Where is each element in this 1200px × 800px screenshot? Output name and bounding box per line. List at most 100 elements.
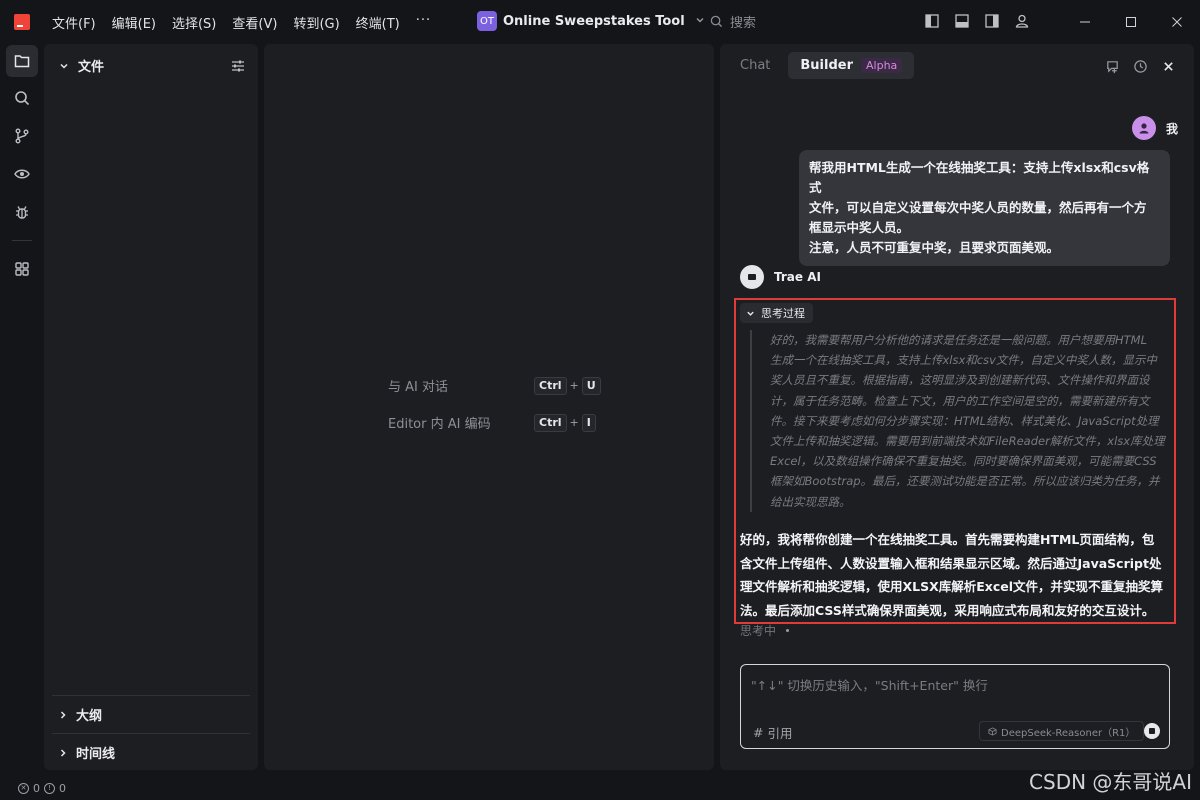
- message-line: 文件，可以自定义设置每次中奖人员的数量，然后再有一个方: [809, 200, 1147, 215]
- explorer-header[interactable]: 文件: [56, 56, 246, 75]
- model-name: DeepSeek-Reasoner（R1）: [1001, 727, 1136, 739]
- warning-icon[interactable]: !: [44, 782, 55, 794]
- shortcut-label: 与 AI 对话: [388, 380, 448, 395]
- close-window-icon[interactable]: [1154, 0, 1200, 44]
- tab-builder-label: Builder: [800, 58, 853, 73]
- answer-line: 含文件上传组件、人数设置输入框和结果显示区域。然后通过JavaScript处: [740, 555, 1162, 571]
- thinking-line: 好的，我需要帮用户分析他的请求是任务还是一般问题。用户想要用HTML: [770, 333, 1147, 347]
- extensions-icon[interactable]: [6, 253, 38, 285]
- thinking-label: 思考过程: [761, 307, 805, 320]
- chevron-down-icon: [747, 311, 754, 316]
- explorer-icon[interactable]: [6, 45, 38, 77]
- menu-terminal[interactable]: 终端(T): [356, 13, 400, 32]
- user-name: 我: [1165, 121, 1178, 136]
- ai-name: Trae AI: [774, 270, 821, 284]
- activity-bar: [0, 44, 44, 776]
- chat-header-actions: [1104, 58, 1176, 74]
- thinking-line: 计，属于任务范畴。检查上下文，用户的工作空间是空的，需要新建所有文: [770, 393, 1150, 408]
- chevron-right-icon: [60, 710, 66, 719]
- menu-select[interactable]: 选择(S): [172, 13, 216, 32]
- loading-dot-icon: [786, 629, 790, 632]
- thinking-line: 件。接下来要考虑如何分步骤实现：HTML结构、样式美化、JavaScript处理: [770, 413, 1159, 428]
- global-search[interactable]: 搜索: [708, 12, 756, 31]
- menu-edit[interactable]: 编辑(E): [112, 13, 156, 32]
- ai-message-header: Trae AI: [740, 265, 821, 289]
- window-controls: [1062, 0, 1200, 44]
- user-avatar: [1131, 116, 1156, 140]
- chevron-down-icon: [695, 15, 705, 28]
- model-selector[interactable]: DeepSeek-Reasoner（R1）: [979, 721, 1145, 741]
- stop-generation-icon[interactable]: [1144, 723, 1160, 739]
- history-icon[interactable]: [1132, 58, 1148, 74]
- thinking-content: 好的，我需要帮用户分析他的请求是任务还是一般问题。用户想要用HTML 生成一个在…: [750, 330, 1170, 512]
- title-bar: 文件(F) 编辑(E) 选择(S) 查看(V) 转到(G) 终端(T) ··· …: [0, 0, 1200, 44]
- search-panel-icon[interactable]: [6, 82, 38, 114]
- new-chat-icon[interactable]: [1104, 58, 1120, 74]
- minimize-icon[interactable]: [1062, 0, 1108, 44]
- answer-line: 理文件解析和抽奖逻辑，使用XLSX库解析Excel文件，并实现不重复抽奖算: [740, 579, 1164, 594]
- shortcut-label: Editor 内 AI 编码: [388, 417, 491, 432]
- layout-toggles: [924, 13, 1030, 29]
- chevron-down-icon: [56, 58, 72, 74]
- menu-file[interactable]: 文件(F): [52, 13, 96, 32]
- thinking-status-label: 思考中: [740, 624, 777, 638]
- menu-view[interactable]: 查看(V): [232, 13, 277, 32]
- key-cap: Ctrl: [534, 413, 567, 432]
- chat-input-placeholder[interactable]: "↑↓" 切换历史输入，"Shift+Enter" 换行: [751, 675, 988, 694]
- bug-icon[interactable]: [6, 196, 38, 228]
- editor-area: 与 AI 对话 Ctrl + U Editor 内 AI 编码 Ctrl + I: [264, 44, 714, 770]
- ai-answer: 好的，我将帮你创建一个在线抽奖工具。首先需要构建HTML页面结构，包 含文件上传…: [740, 528, 1174, 622]
- menu-goto[interactable]: 转到(G): [293, 13, 339, 32]
- cube-icon: [988, 726, 997, 736]
- outline-section[interactable]: 大纲: [52, 695, 250, 733]
- tab-builder[interactable]: Builder Alpha: [788, 52, 915, 79]
- timeline-section[interactable]: 时间线: [52, 733, 250, 771]
- thinking-toggle[interactable]: 思考过程: [740, 303, 813, 323]
- warning-count[interactable]: 0: [59, 782, 66, 795]
- tab-chat[interactable]: Chat: [732, 52, 778, 79]
- shortcut-ai-chat: 与 AI 对话 Ctrl + U: [388, 376, 601, 395]
- cite-button[interactable]: # 引用: [753, 723, 793, 742]
- project-name: Online Sweepstakes Tool: [503, 13, 685, 29]
- toggle-bottom-panel-icon[interactable]: [954, 13, 970, 29]
- menu-more-button[interactable]: ···: [416, 13, 431, 32]
- filter-settings-icon[interactable]: [230, 58, 246, 74]
- ai-avatar: [740, 265, 764, 289]
- account-icon[interactable]: [1014, 13, 1030, 29]
- search-placeholder: 搜索: [730, 16, 757, 31]
- thinking-line: 给出实现思路。: [770, 494, 851, 509]
- thinking-line: 生成一个在线抽奖工具，支持上传xlsx和csv文件，自定义中奖人数，显示中: [770, 353, 1157, 368]
- key-plus: +: [569, 379, 579, 392]
- search-icon: [708, 14, 724, 30]
- project-switcher[interactable]: OT Online Sweepstakes Tool: [477, 11, 705, 31]
- explorer-title: 文件: [78, 60, 105, 75]
- toggle-left-panel-icon[interactable]: [924, 13, 940, 29]
- source-control-icon[interactable]: [6, 120, 38, 152]
- app-logo-icon: [14, 14, 30, 30]
- ai-chat-panel: Chat Builder Alpha 我 帮我用HTML生成一个在线抽奖工具：支…: [720, 44, 1194, 770]
- thinking-line: 奖人员且不重复。根据指南，这明显涉及到创建新代码、文件操作和界面设: [770, 373, 1150, 388]
- user-message-bubble: 帮我用HTML生成一个在线抽奖工具：支持上传xlsx和csv格式 文件，可以自定…: [799, 150, 1170, 266]
- explorer-panel: 文件 大纲 时间线: [44, 44, 258, 770]
- close-icon[interactable]: [1160, 58, 1176, 74]
- message-line: 帮我用HTML生成一个在线抽奖工具：支持上传xlsx和csv格式: [809, 160, 1150, 195]
- answer-line: 好的，我将帮你创建一个在线抽奖工具。首先需要构建HTML页面结构，包: [740, 532, 1155, 547]
- watermark: CSDN @东哥说AI: [1029, 770, 1192, 794]
- thinking-line: 框架如Bootstrap。最后，还要测试功能是否正常。所以应该归类为任务，并: [770, 474, 1160, 489]
- chat-input-box[interactable]: "↑↓" 切换历史输入，"Shift+Enter" 换行 # 引用 DeepSe…: [740, 664, 1170, 749]
- maximize-icon[interactable]: [1108, 0, 1154, 44]
- hash-icon: #: [753, 725, 764, 740]
- run-debug-icon[interactable]: [6, 158, 38, 190]
- shortcut-keys: Ctrl + I: [534, 413, 596, 432]
- project-badge: OT: [477, 11, 497, 31]
- chat-tabs: Chat Builder Alpha: [732, 52, 915, 79]
- error-icon[interactable]: ✕: [18, 782, 29, 794]
- toggle-right-panel-icon[interactable]: [984, 13, 1000, 29]
- thinking-status: 思考中: [740, 622, 790, 639]
- status-bar: ✕ 0 ! 0: [0, 776, 1200, 800]
- shortcut-ai-inline: Editor 内 AI 编码 Ctrl + I: [388, 413, 596, 432]
- answer-line: 法。最后添加CSS样式确保界面美观，采用响应式布局和友好的交互设计。: [740, 602, 1155, 618]
- key-plus: +: [569, 416, 579, 429]
- error-count[interactable]: 0: [33, 782, 40, 795]
- user-message-header: 我: [1131, 116, 1178, 140]
